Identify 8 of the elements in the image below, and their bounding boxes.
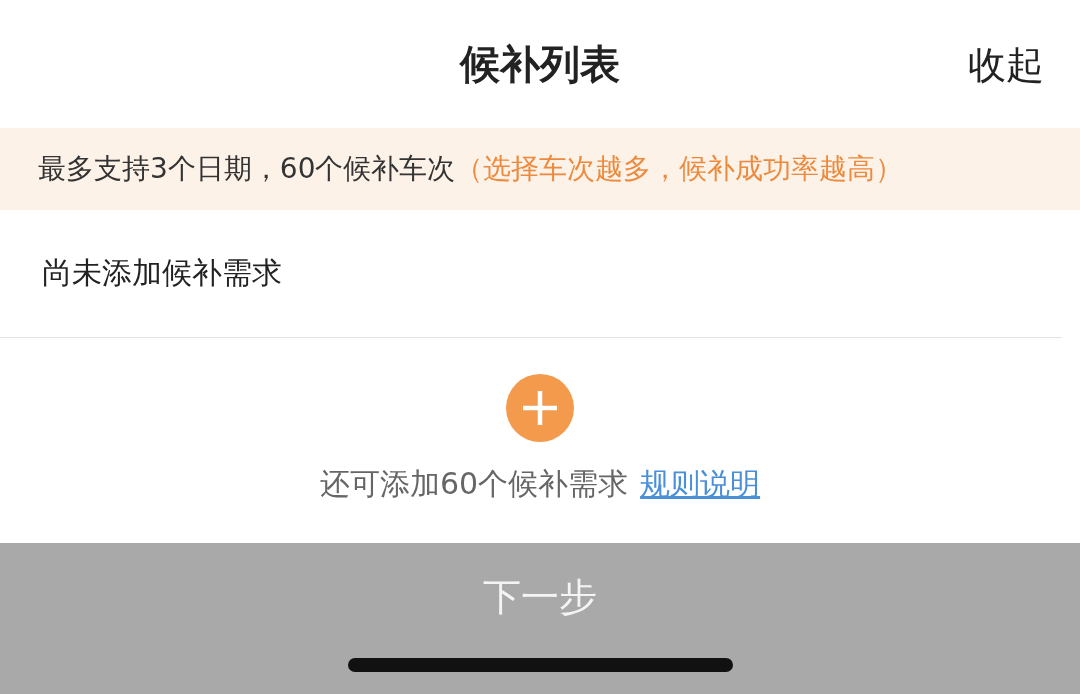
notice-text: 最多支持3个日期，60个候补车次 — [38, 151, 456, 187]
plus-icon — [521, 389, 559, 427]
remaining-count-text: 还可添加60个候补需求 — [319, 465, 629, 503]
panel-title: 候补列表 — [460, 39, 620, 89]
empty-message: 尚未添加候补需求 — [42, 254, 282, 292]
collapse-button[interactable]: 收起 — [968, 40, 1044, 91]
rules-link[interactable]: 规则说明 — [640, 464, 761, 505]
notice-hint: （选择车次越多，候补成功率越高） — [455, 151, 904, 187]
